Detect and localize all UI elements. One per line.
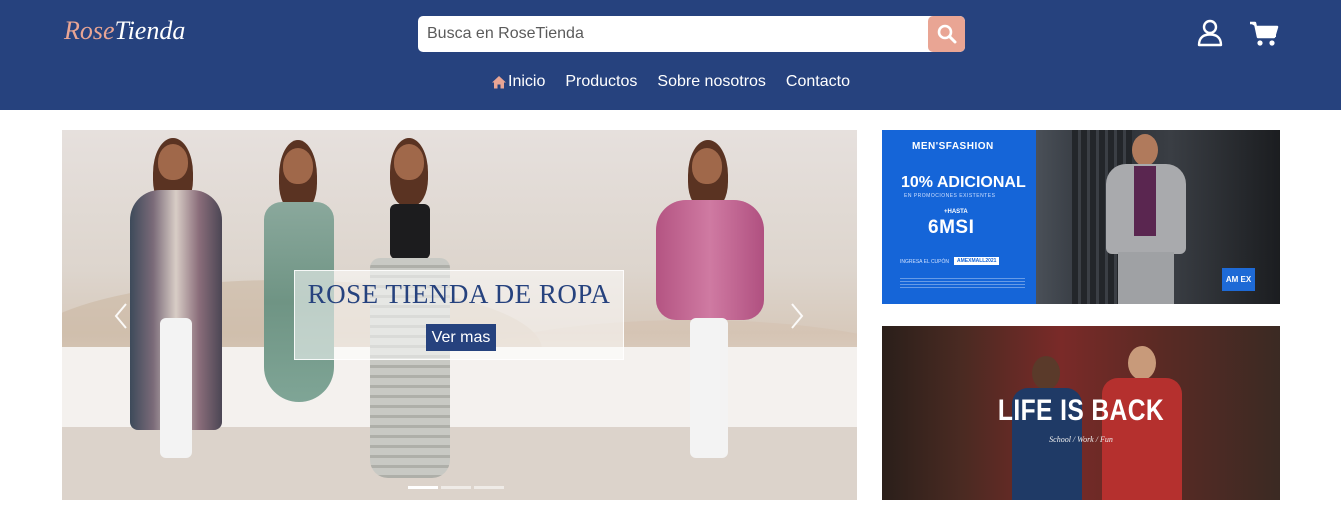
promo-code: AMEXMALL2021 [954, 257, 1000, 265]
carousel-caption: ROSE TIENDA DE ROPA Ver mas [294, 270, 624, 360]
promo-headline: 10% ADICIONAL [901, 174, 1026, 191]
carousel-indicator[interactable] [474, 486, 504, 489]
cart-icon[interactable] [1249, 21, 1279, 47]
life-is-back-banner[interactable]: LIFE IS BACK School / Work / Fun [882, 326, 1280, 500]
carousel-next-icon[interactable] [790, 302, 804, 330]
promo-subline: EN PROMOCIONES EXISTENTES [904, 193, 996, 199]
banner-title: LIFE IS BACK [997, 394, 1165, 427]
promo-code-label: INGRESA EL CUPÓN [900, 259, 949, 265]
hero-carousel[interactable]: ROSE TIENDA DE ROPA Ver mas [62, 130, 857, 500]
amex-logo: AM EX [1222, 268, 1255, 291]
user-icon[interactable] [1197, 19, 1223, 47]
search-input[interactable] [418, 16, 928, 52]
nav-item-label: Sobre nosotros [657, 73, 766, 90]
model-figure [650, 140, 770, 500]
logo[interactable]: RoseTienda [64, 14, 185, 48]
site-header: RoseTienda Inicio Productos S [0, 0, 1341, 110]
carousel-indicator[interactable] [441, 486, 471, 489]
carousel-indicators [408, 486, 507, 489]
promo-fine-print [900, 278, 1025, 290]
nav-item-label: Productos [565, 73, 638, 90]
model-figure [1096, 134, 1196, 304]
promo-brand: MEN'SFASHION [912, 141, 994, 152]
search-bar [418, 16, 965, 52]
nav-item-label: Inicio [508, 73, 546, 90]
promo-hasta: +HASTA [944, 209, 968, 215]
promo-msi: 6MSI [928, 217, 975, 238]
carousel-prev-icon[interactable] [114, 302, 128, 330]
nav-item-sobre-nosotros[interactable]: Sobre nosotros [657, 72, 766, 92]
carousel-indicator[interactable] [408, 486, 438, 489]
search-icon [937, 24, 956, 44]
logo-rose: Rose [64, 16, 115, 45]
nav-item-label: Contacto [785, 73, 850, 90]
logo-tienda: Tienda [114, 16, 186, 45]
ver-mas-button[interactable]: Ver mas [426, 324, 496, 351]
carousel-title: ROSE TIENDA DE ROPA [307, 279, 611, 309]
model-figure [1012, 356, 1082, 500]
nav-item-inicio[interactable]: Inicio [491, 72, 545, 92]
main-nav: Inicio Productos Sobre nosotros Contacto [491, 72, 850, 92]
model-figure [120, 138, 230, 498]
search-button[interactable] [928, 16, 965, 52]
home-icon [492, 76, 506, 89]
nav-item-contacto[interactable]: Contacto [786, 72, 850, 92]
nav-item-productos[interactable]: Productos [565, 72, 637, 92]
banner-subtitle: School / Work / Fun [1049, 435, 1113, 444]
promo-panel: MEN'SFASHION 10% ADICIONAL EN PROMOCIONE… [882, 130, 1036, 304]
mens-fashion-banner[interactable]: MEN'SFASHION 10% ADICIONAL EN PROMOCIONE… [882, 130, 1280, 304]
